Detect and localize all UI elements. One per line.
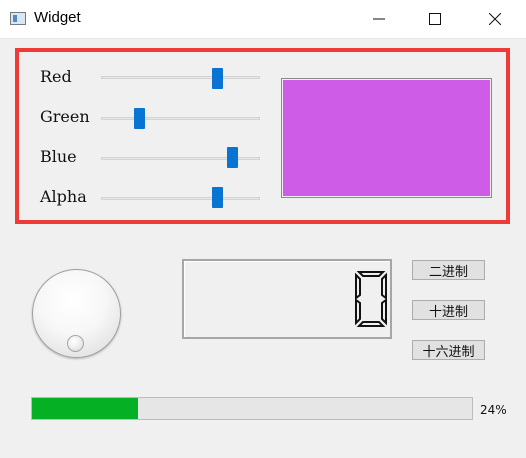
red-slider-track[interactable] <box>101 76 260 79</box>
dial-notch <box>67 335 84 352</box>
minimize-button[interactable] <box>350 0 408 38</box>
green-slider-track[interactable] <box>101 117 260 120</box>
alpha-slider-track[interactable] <box>101 197 260 200</box>
color-preview-fill <box>283 80 490 196</box>
progress-bar <box>31 397 473 420</box>
red-slider-handle[interactable] <box>212 68 223 89</box>
app-icon <box>10 12 26 25</box>
color-preview <box>281 78 492 198</box>
hex-button[interactable]: 十六进制 <box>412 340 485 360</box>
title-bar: Widget <box>0 0 526 39</box>
decimal-button[interactable]: 十进制 <box>412 300 485 320</box>
alpha-slider-handle[interactable] <box>212 187 223 208</box>
slider-label-green: Green <box>40 107 90 126</box>
maximize-icon <box>429 13 441 25</box>
binary-button[interactable]: 二进制 <box>412 260 485 280</box>
lcd-number-display: 0 <box>182 259 392 339</box>
close-icon <box>489 13 501 25</box>
window-title: Widget <box>34 9 81 26</box>
slider-label-blue: Blue <box>40 147 77 166</box>
maximize-button[interactable] <box>406 0 464 38</box>
progress-text: 24% <box>480 403 507 417</box>
slider-label-alpha: Alpha <box>40 187 87 206</box>
lcd-digit-zero <box>355 271 387 327</box>
minimize-icon <box>373 18 385 20</box>
progress-bar-fill <box>32 398 138 419</box>
blue-slider-handle[interactable] <box>226 147 238 168</box>
green-slider-handle[interactable] <box>133 108 145 129</box>
slider-label-red: Red <box>40 67 72 86</box>
close-button[interactable] <box>466 0 524 38</box>
